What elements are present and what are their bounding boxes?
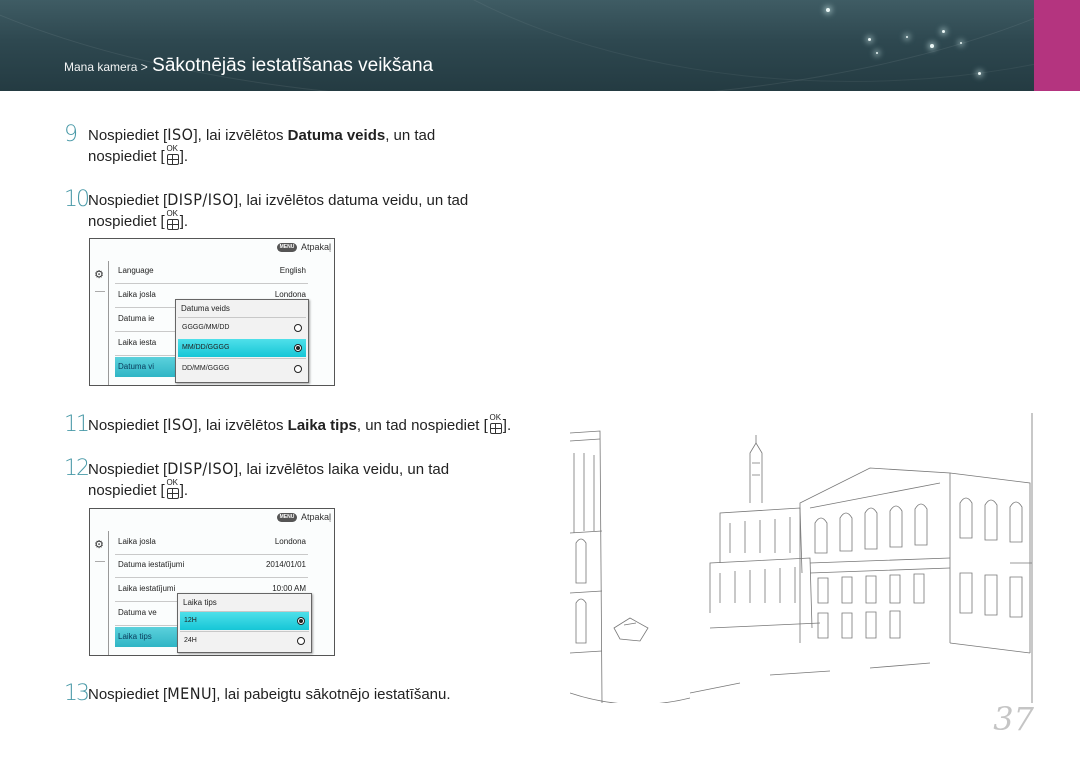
radio-icon (294, 324, 302, 332)
time-type-popup: Laika tips 12H 24H (177, 593, 312, 653)
step-12: 12 Nospiediet [DISP/ISO], lai izvēlētos … (64, 458, 504, 502)
iso-key-icon: ISO (167, 125, 194, 144)
settings-gear-icon: ⚙ (94, 539, 104, 551)
ok-button-icon: OK (488, 414, 503, 434)
page-title: Sākotnējās iestatīšanas veikšana (152, 55, 434, 76)
chapter-tab (1034, 0, 1080, 91)
step-9: 9 Nospiediet [ISO], lai izvēlētos Datuma… (64, 124, 504, 168)
iso-key-icon: ISO (167, 415, 194, 434)
screen-topbar: MENU Atpakaļ (90, 509, 334, 527)
back-label[interactable]: Atpakaļ (301, 242, 331, 252)
page-number: 37 (993, 700, 1034, 738)
menu-key-icon: MENU (277, 243, 297, 252)
back-label[interactable]: Atpakaļ (301, 512, 331, 522)
step-text: Nospiediet [MENU], lai pabeigtu sākotnēj… (88, 684, 451, 703)
option-name: Datuma veids (287, 127, 386, 144)
step-number: 10 (64, 187, 90, 212)
popup-option-selected[interactable]: 12H (180, 612, 309, 630)
step-text: Nospiediet [ISO], lai izvēlētos Datuma v… (88, 125, 436, 144)
radio-icon (294, 365, 302, 373)
date-type-popup: Datuma veids GGGG/MM/DD MM/DD/GGGG DD/MM… (175, 299, 309, 383)
step-number: 9 (64, 122, 78, 147)
menu-key-icon: MENU (167, 684, 213, 703)
step-text: Nospiediet [DISP/ISO], lai izvēlētos dat… (88, 190, 469, 209)
venice-canal-illustration (570, 413, 1033, 703)
popup-option-selected[interactable]: MM/DD/GGGG (178, 339, 306, 357)
step-text: Nospiediet [DISP/ISO], lai izvēlētos lai… (88, 459, 450, 478)
menu-key-icon: MENU (277, 513, 297, 522)
popup-title: Datuma veids (181, 304, 230, 313)
step-10: 10 Nospiediet [DISP/ISO], lai izvēlētos … (64, 189, 524, 233)
breadcrumb-parent[interactable]: Mana kamera > (64, 60, 148, 74)
settings-gear-icon: ⚙ (94, 269, 104, 281)
menu-row[interactable]: Datuma iestatījumi 2014/01/01 (115, 555, 308, 575)
popup-option[interactable]: DD/MM/GGGG (178, 360, 306, 378)
ok-button-icon: OK (165, 479, 180, 499)
radio-checked-icon (294, 344, 302, 352)
step-text: Nospiediet [ISO], lai izvēlētos Laika ti… (88, 413, 512, 434)
step-text-line2: nospiediet [OK]. (88, 478, 189, 499)
step-13: 13 Nospiediet [MENU], lai pabeigtu sākot… (64, 683, 504, 705)
option-name: Laika tips (287, 417, 357, 434)
popup-option[interactable]: GGGG/MM/DD (178, 319, 306, 337)
step-text-line2: nospiediet [OK]. (88, 209, 189, 230)
menu-row[interactable]: Laika josla Londona (115, 532, 308, 552)
step-11: 11 Nospiediet [ISO], lai izvēlētos Laika… (64, 414, 534, 436)
header-banner: Mana kamera > Sākotnējās iestatīšanas ve… (0, 0, 1080, 91)
step-number: 13 (64, 681, 90, 706)
radio-icon (297, 637, 305, 645)
disp-iso-key-icon: DISP/ISO (167, 190, 234, 209)
screen-topbar: MENU Atpakaļ (90, 239, 334, 257)
step-number: 11 (64, 412, 90, 437)
radio-checked-icon (297, 617, 305, 625)
popup-title: Laika tips (183, 598, 217, 607)
step-number: 12 (64, 456, 90, 481)
disp-iso-key-icon: DISP/ISO (167, 459, 234, 478)
ok-button-icon: OK (165, 210, 180, 230)
menu-row[interactable]: Language English (115, 261, 308, 281)
ok-button-icon: OK (165, 145, 180, 165)
popup-option[interactable]: 24H (180, 632, 309, 650)
camera-screen-time-type: MENU Atpakaļ ⚙ Laika josla Londona Datuma… (89, 508, 335, 656)
step-text-line2: nospiediet [OK]. (88, 144, 189, 165)
breadcrumb: Mana kamera > Sākotnējās iestatīšanas ve… (64, 55, 433, 77)
camera-screen-date-type: MENU Atpakaļ ⚙ Language English Laika jos… (89, 238, 335, 386)
